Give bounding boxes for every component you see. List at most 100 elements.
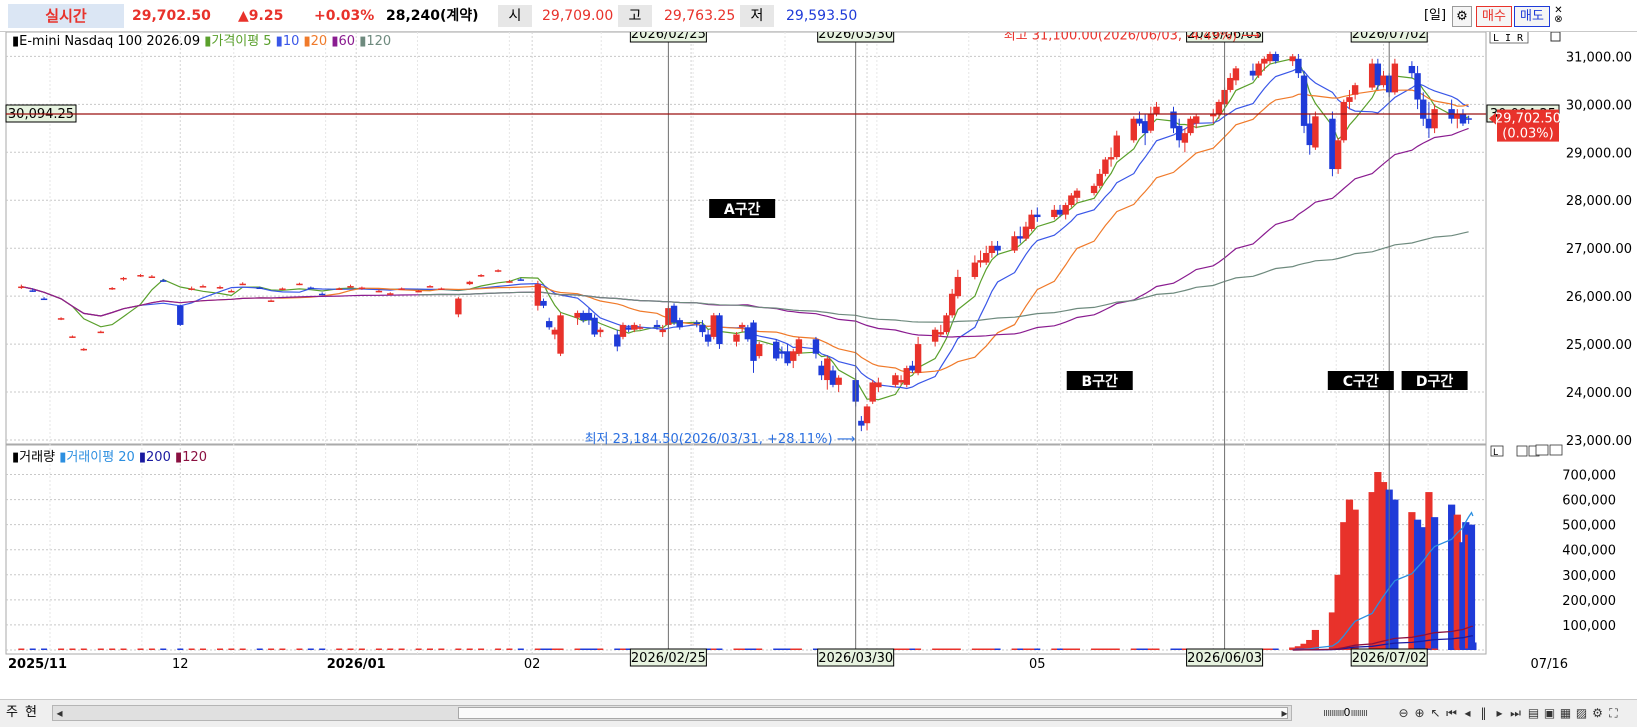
candle-body bbox=[585, 312, 593, 321]
date-marker-label: 2026/07/02 bbox=[1350, 648, 1428, 667]
zoom-in-icon[interactable]: ⊕ bbox=[1412, 704, 1427, 722]
volume-bar-small bbox=[199, 648, 206, 650]
candle-body bbox=[40, 298, 48, 301]
volume-bar-small bbox=[177, 648, 184, 650]
horizontal-scrollbar[interactable]: ◂ ▸ bbox=[52, 705, 1292, 721]
candle-body bbox=[750, 322, 757, 361]
svg-text:L: L bbox=[1493, 448, 1498, 458]
volume-tick-label: 600,000 bbox=[1562, 494, 1616, 509]
volume-bar-small bbox=[988, 648, 995, 650]
zoom-slider[interactable]: ıııııııııı0ıııııııı bbox=[1304, 703, 1386, 723]
x-axis-label: 2025/11 bbox=[8, 657, 67, 672]
realtime-label: 실시간 bbox=[8, 4, 124, 28]
ma-legend-5: 5 bbox=[263, 34, 271, 49]
close-icon[interactable]: ✕ ⊗ bbox=[1552, 6, 1565, 27]
candle-body bbox=[903, 368, 910, 385]
candle-body bbox=[398, 288, 405, 290]
cursor-icon[interactable]: ↖ bbox=[1428, 704, 1443, 722]
chart-area[interactable]: 2026/02/25 2026/02/25 2026/03/30 2026/03/30… bbox=[0, 32, 1637, 680]
price-panel-frame bbox=[5, 32, 1487, 445]
volume-tick-label: 300,000 bbox=[1562, 569, 1616, 584]
candle-body bbox=[1022, 226, 1030, 239]
ma-legend-label: 가격이평 bbox=[211, 34, 259, 49]
candle-body bbox=[1454, 113, 1461, 119]
candle-body bbox=[137, 275, 144, 277]
candle-body bbox=[619, 324, 627, 337]
candle-body bbox=[108, 287, 116, 290]
candle-body bbox=[1227, 77, 1234, 90]
play-back-icon[interactable]: ◂ bbox=[1460, 704, 1475, 722]
candle-body bbox=[931, 329, 939, 342]
candle-body bbox=[199, 286, 207, 288]
volume-bar-small bbox=[160, 648, 167, 650]
sell-button[interactable]: 매도 bbox=[1514, 6, 1550, 27]
candle-body bbox=[869, 382, 876, 402]
candle-body bbox=[1187, 118, 1194, 134]
high-note: 최고 31,100.00(2026/06/03, -4.49%) ⟶ bbox=[1004, 32, 1260, 44]
gear-icon[interactable]: ⚙ bbox=[1452, 6, 1472, 27]
panel-button-r[interactable]: R bbox=[1517, 33, 1524, 44]
zoom-out-icon[interactable]: ⊖ bbox=[1396, 704, 1411, 722]
scroll-right-icon[interactable]: ▸ bbox=[1277, 704, 1292, 722]
candle-body bbox=[57, 318, 65, 320]
volume-bar-small bbox=[597, 648, 604, 650]
candle-body bbox=[812, 339, 820, 354]
current-price-tag: 29,702.50 bbox=[1495, 112, 1561, 127]
candle-body bbox=[835, 377, 842, 385]
settings-icon[interactable]: ⚙ bbox=[1590, 704, 1605, 722]
chart-type-icon[interactable]: ▨ bbox=[1574, 704, 1589, 722]
table-icon[interactable]: ▦ bbox=[1558, 704, 1573, 722]
ma-legend-60: 60 bbox=[339, 34, 356, 49]
volume-bar-small bbox=[1130, 648, 1137, 650]
candle-body bbox=[279, 288, 286, 290]
scroll-left-icon[interactable]: ◂ bbox=[52, 704, 67, 722]
candle-body bbox=[335, 288, 343, 290]
date-marker-text: 2026/03/30 bbox=[818, 32, 893, 42]
volume-header-right-buttons[interactable] bbox=[1535, 444, 1563, 456]
price-volume-chart[interactable]: 2026/02/25 2026/02/25 2026/03/30 2026/03/30… bbox=[0, 32, 1637, 680]
fullscreen-icon[interactable]: ⛶ bbox=[1606, 704, 1621, 722]
volume-title: 거래량 bbox=[19, 450, 55, 465]
panel-button-i[interactable]: I bbox=[1505, 33, 1511, 44]
volume-bar-small bbox=[137, 648, 144, 650]
candle-body bbox=[1096, 173, 1103, 186]
volume-bar-small bbox=[29, 648, 36, 650]
candle-body bbox=[1380, 75, 1387, 86]
candle-body bbox=[239, 283, 246, 286]
candle-body bbox=[897, 380, 905, 383]
layout-icon[interactable]: ▤ bbox=[1526, 704, 1541, 722]
jump-end-icon[interactable]: ⏭ bbox=[1508, 704, 1523, 722]
volume-bar-small bbox=[109, 648, 116, 650]
play-forward-icon[interactable]: ▸ bbox=[1492, 704, 1507, 722]
week-label[interactable]: 주 bbox=[4, 703, 20, 723]
save-icon[interactable]: ▣ bbox=[1542, 704, 1557, 722]
now-label[interactable]: 현 bbox=[22, 703, 40, 723]
panel-button-l[interactable]: L bbox=[1493, 33, 1499, 44]
jump-start-icon[interactable]: ⏮ bbox=[1444, 704, 1459, 722]
scroll-thumb[interactable] bbox=[458, 707, 1288, 719]
volume-bar-small bbox=[256, 648, 263, 650]
volume-bar-small bbox=[977, 648, 984, 650]
buy-button[interactable]: 매수 bbox=[1476, 6, 1512, 27]
volume-bar-small bbox=[750, 648, 757, 650]
candle-body bbox=[892, 375, 899, 385]
volume-bar-small bbox=[1096, 648, 1103, 650]
period-button[interactable]: [일] bbox=[1420, 6, 1450, 27]
pause-icon[interactable]: ‖ bbox=[1476, 704, 1491, 722]
candle-body bbox=[18, 286, 25, 289]
candle-body bbox=[699, 324, 706, 333]
volume-tick-label: 200,000 bbox=[1562, 594, 1616, 609]
window-restore-icon[interactable] bbox=[1550, 32, 1561, 42]
date-marker-label: 2026/06/03 bbox=[1186, 648, 1264, 667]
volume-bar-small bbox=[1465, 648, 1472, 650]
candle-body bbox=[795, 339, 803, 354]
volume-bar-small bbox=[710, 648, 717, 650]
candle-body bbox=[914, 344, 922, 373]
volume-bar-small bbox=[80, 648, 87, 650]
candle-body bbox=[1420, 99, 1427, 119]
panel-lir-buttons[interactable]: L I R bbox=[1489, 32, 1529, 44]
volume-bar-small bbox=[932, 648, 939, 650]
candle-body bbox=[744, 327, 752, 340]
volume-bar-small bbox=[97, 648, 104, 650]
candle-body bbox=[773, 341, 780, 359]
